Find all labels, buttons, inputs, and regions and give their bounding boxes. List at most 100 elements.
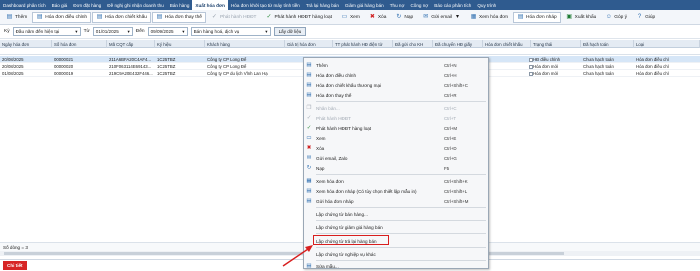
menu-item-discount-invoice[interactable]: ▤ Hóa đơn chiết khấu thương mại Ctrl+Shift… — [304, 80, 488, 90]
grid-filter-row[interactable] — [0, 48, 700, 55]
menu-item-adjust-invoice[interactable]: ▤ Hóa đơn điều chỉnh Ctrl+H — [304, 70, 488, 80]
view-icon: ▭ — [341, 14, 348, 20]
chevron-down-icon: ▾ — [182, 28, 185, 34]
tab-quote[interactable]: Báo giá — [49, 0, 71, 10]
menu-item-create-discount-voucher[interactable]: Lập chứng từ giảm giá hàng bán — [304, 222, 488, 232]
menu-item-view-draft[interactable]: ▤ Xem hóa đơn nháp (Có tùy chọn thiết lập… — [304, 186, 488, 196]
menu-item-publish-batch[interactable]: ✓ Phát hành HĐĐT hàng loạt Ctrl+M — [304, 123, 488, 133]
export-button[interactable]: ▣ Xuất khẩu — [562, 12, 601, 23]
tab-process[interactable]: Quy trình — [474, 0, 499, 10]
module-tabs: Dashboard phân tích Báo giá Đơn đặt hàng… — [0, 0, 700, 10]
replace-document-icon: ▤ — [156, 14, 163, 20]
tab-sales-discount[interactable]: Giảm giá hàng bán — [342, 0, 387, 10]
refresh-button[interactable]: ↻ Nạp — [391, 12, 417, 23]
menu-separator — [316, 174, 486, 175]
view-invoice-button[interactable]: ▦ Xem hóa đơn — [466, 12, 512, 23]
feedback-button[interactable]: ☺ Góp ý — [601, 12, 631, 23]
publish-batch-button[interactable]: ✓ Phát hành HĐĐT hàng loạt — [261, 12, 336, 23]
menu-separator — [316, 101, 486, 102]
fetch-data-button[interactable]: Lấy dữ liệu — [273, 27, 307, 36]
tab-debt-collection[interactable]: Thu nợ — [387, 0, 408, 10]
adjust-invoice-button[interactable]: ▤ Hóa đơn điều chỉnh — [32, 11, 92, 23]
copy-icon: ❐ — [306, 105, 312, 111]
help-icon: ? — [637, 14, 642, 20]
publish-icon: ✓ — [306, 115, 312, 121]
discount-invoice-button[interactable]: ▤ Hóa đơn chiết khấu — [92, 11, 151, 23]
period-select[interactable]: Đầu năm đến hiện tại ▾ — [12, 27, 81, 36]
chevron-down-icon: ▾ — [75, 28, 78, 34]
menu-item-view-invoice[interactable]: ▦ Xem hóa đơn Ctrl+Shift+K — [304, 176, 488, 186]
col-sent-to-customer[interactable]: Đã gửi cho KH — [393, 40, 433, 48]
menu-separator — [316, 233, 486, 234]
tab-pos-invoice[interactable]: Hóa đơn khởi tạo từ máy tính tiền — [228, 0, 303, 10]
col-symbol[interactable]: Ký hiệu — [155, 40, 205, 48]
view-invoice-icon: ▦ — [306, 178, 312, 184]
menu-item-send-email[interactable]: ✉ Gửi email, Zalo Ctrl+G — [304, 153, 488, 163]
menu-item-add[interactable]: ▤ Thêm Ctrl+N — [304, 60, 488, 70]
delete-icon: ✖ — [306, 145, 312, 151]
feedback-icon: ☺ — [605, 14, 612, 20]
menu-item-refresh[interactable]: ↻ Nạp F5 — [304, 163, 488, 173]
col-posted[interactable]: Đã hạch toán — [581, 40, 634, 48]
view-icon: ▭ — [306, 135, 312, 141]
refresh-icon: ↻ — [396, 14, 402, 20]
annotation-highlight-box — [313, 235, 389, 245]
draft-icon: ▤ — [517, 14, 524, 20]
document-icon: ▤ — [6, 14, 13, 20]
menu-item-create-other-voucher[interactable]: Lập chứng từ nghiệp vụ khác — [304, 249, 488, 259]
menu-item-send-draft[interactable]: ▤ Gửi hóa đơn nháp Ctrl+Shift+M — [304, 196, 488, 206]
menu-separator — [316, 220, 486, 221]
grid-header: Ngày hóa đơn Số hóa đơn Mã CQT cấp Ký hi… — [0, 40, 700, 48]
chevron-down-icon: ▾ — [265, 28, 268, 34]
menu-item-create-sales-voucher[interactable]: Lập chứng từ bán hàng... — [304, 209, 488, 219]
replace-invoice-button[interactable]: ▤ Hóa đơn thay thế — [151, 11, 206, 23]
col-type[interactable]: Loại — [634, 40, 700, 48]
replace-document-icon: ▤ — [306, 92, 312, 98]
publish-einvoice-button[interactable]: ✓ Phát hành HĐĐT — [207, 12, 261, 23]
col-publish-status[interactable]: TT phát hành HĐ điện tử — [333, 40, 393, 48]
to-date-input[interactable]: 09/09/2025 ▾ — [147, 27, 188, 36]
menu-item-duplicate[interactable]: ❐ Nhân bản... Ctrl+C — [304, 103, 488, 113]
tab-sales[interactable]: Bán hàng — [167, 0, 193, 10]
draft-icon: ▤ — [306, 188, 312, 194]
menu-item-replace-invoice[interactable]: ▤ Hóa đơn thay thế Ctrl+R — [304, 90, 488, 100]
edit-template-icon: ▤ — [306, 263, 312, 269]
from-date-input[interactable]: 01/01/2025 ▾ — [92, 27, 133, 36]
document-icon: ▤ — [306, 62, 312, 68]
view-button[interactable]: ▭ Xem — [337, 12, 364, 23]
publish-icon: ✓ — [211, 14, 217, 20]
menu-item-edit-template[interactable]: ▤ Sửa mẫu... — [304, 261, 488, 271]
menu-item-publish-einvoice[interactable]: ✓ Phát hành HĐĐT Ctrl+T — [304, 113, 488, 123]
col-discount-invoice[interactable]: Hóa đơn chiết khấu — [483, 40, 531, 48]
col-paper-converted[interactable]: Đã chuyển HĐ giấy — [433, 40, 483, 48]
tab-receivables[interactable]: Công nợ — [407, 0, 431, 10]
help-button[interactable]: ? Giúp — [632, 12, 659, 23]
tab-sales-return[interactable]: Trả lại hàng bán — [303, 0, 342, 10]
tab-orders[interactable]: Đơn đặt hàng — [70, 0, 104, 10]
col-invoice-value[interactable]: Giá trị hóa đơn — [285, 40, 333, 48]
menu-item-delete[interactable]: ✖ Xóa Ctrl+D — [304, 143, 488, 153]
send-draft-icon: ▤ — [306, 198, 312, 204]
document-edit-icon: ▤ — [306, 72, 312, 78]
col-invoice-date[interactable]: Ngày hóa đơn — [0, 40, 52, 48]
col-invoice-number[interactable]: Số hóa đơn — [52, 40, 107, 48]
col-cqt-code[interactable]: Mã CQT cấp — [107, 40, 155, 48]
tab-issue-invoice[interactable]: Xuất hóa đơn — [192, 0, 228, 10]
from-label: Từ — [83, 29, 90, 34]
tab-dashboard[interactable]: Dashboard phân tích — [0, 0, 49, 10]
menu-item-view[interactable]: ▭ Xem Ctrl+E — [304, 133, 488, 143]
toolbar: ▤ Thêm ▤ Hóa đơn điều chỉnh ▤ Hóa đơn chiết… — [0, 10, 700, 25]
filter-bar: Kỳ Đầu năm đến hiện tại ▾ Từ 01/01/2025 ▾ … — [0, 25, 700, 39]
menu-separator — [316, 247, 486, 248]
tab-revenue-request[interactable]: Đề nghị ghi nhận doanh thu — [104, 0, 166, 10]
tab-analysis-report[interactable]: Báo cáo phân tích — [431, 0, 474, 10]
publish-batch-icon: ✓ — [266, 14, 272, 20]
col-status[interactable]: Trạng thái — [531, 40, 581, 48]
category-select[interactable]: Bán hàng hoá, dịch vụ ▾ — [190, 27, 271, 36]
send-email-button[interactable]: ✉ Gửi email ▾ — [418, 12, 465, 23]
discount-document-icon: ▤ — [96, 14, 103, 20]
draft-invoice-button[interactable]: ▤ Hóa đơn nháp — [513, 11, 561, 23]
delete-button[interactable]: ✖ Xóa — [365, 12, 391, 23]
col-customer[interactable]: Khách hàng — [205, 40, 285, 48]
add-button[interactable]: ▤ Thêm — [2, 12, 31, 23]
